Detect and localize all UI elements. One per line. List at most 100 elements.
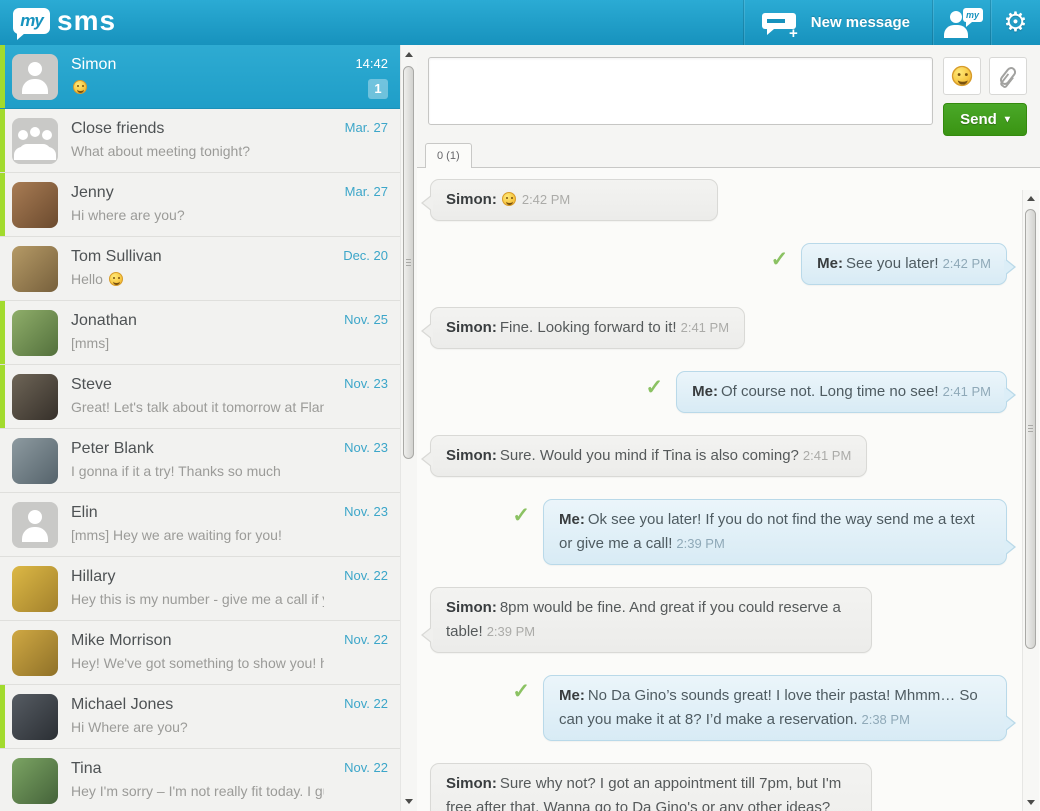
- incoming-message-bubble: Simon: Sure. Would you mind if Tina is al…: [420, 435, 868, 477]
- conversation-row[interactable]: Jonathan [mms] Nov. 25: [0, 301, 400, 365]
- conversation-row[interactable]: Simon 14:42 1: [0, 45, 400, 109]
- message-sender: Simon:: [446, 775, 497, 792]
- message-time: 2:39 PM: [676, 536, 725, 551]
- conversation-meta: Nov. 22: [324, 758, 388, 811]
- person-avatar-icon: [12, 502, 58, 548]
- outgoing-message-bubble: Me: No Da Gino’s sounds great! I love the…: [543, 675, 1016, 741]
- conversation-date: Nov. 25: [344, 312, 388, 327]
- char-counter-tab[interactable]: 0 (1): [425, 143, 472, 168]
- outgoing-message-bubble: Me: Of course not. Long time no see! 2:41 …: [676, 371, 1016, 413]
- conversation-info: Close friends What about meeting tonight?: [71, 118, 324, 172]
- message-preview: Hi where are you?: [71, 207, 185, 223]
- message-time: 2:41 PM: [802, 448, 852, 463]
- message-preview: Hello: [71, 270, 324, 289]
- message-sender: Simon:: [446, 191, 497, 208]
- conversation-info: Michael Jones Hi Where are you?: [71, 694, 324, 748]
- conversation-info: Hillary Hey this is my number - give me a…: [71, 566, 324, 620]
- app-header: my sms + New message my ⚙: [0, 0, 1040, 45]
- send-button[interactable]: Send ▾: [943, 103, 1027, 136]
- message-sender: Me:: [559, 687, 585, 704]
- message-sender: Simon:: [446, 319, 497, 336]
- message-preview: Great! Let's talk about it tomorrow at F…: [71, 399, 324, 415]
- unread-badge: 1: [368, 79, 388, 99]
- message: Simon: 8pm would be fine. And great if yo…: [421, 587, 1007, 653]
- conversation-date: Nov. 22: [344, 568, 388, 583]
- message-preview: I gonna if it a try! Thanks so much: [71, 463, 281, 479]
- message-preview: Hey! We've got something to show you! ht…: [71, 655, 324, 671]
- conversation-row[interactable]: Tom Sullivan Hello Dec. 20: [0, 237, 400, 301]
- conversation-meta: Nov. 23: [324, 502, 388, 556]
- message-text: Ok see you later! If you do not find the…: [559, 511, 975, 552]
- message-list: Simon: 2:42 PM ✓ Me: See you later! 2:42 PM Si…: [417, 167, 1040, 811]
- conversation-row[interactable]: Tina Hey I'm sorry – I'm not really fit t…: [0, 749, 400, 811]
- conversation-meta: Nov. 22: [324, 694, 388, 748]
- conversation-row[interactable]: Steve Great! Let's talk about it tomorrow…: [0, 365, 400, 429]
- message-text: Of course not. Long time no see!: [720, 383, 939, 400]
- message: ✓ Me: See you later! 2:42 PM: [430, 243, 1016, 285]
- message-time: 2:38 PM: [861, 712, 910, 727]
- outgoing-message-bubble: Me: See you later! 2:42 PM: [801, 243, 1016, 285]
- conversation-date: Dec. 20: [343, 248, 388, 263]
- conversation-date: Nov. 23: [344, 440, 388, 455]
- scroll-up-arrow[interactable]: [1023, 191, 1039, 206]
- messages-scrollbar-thumb[interactable]: [1025, 209, 1036, 649]
- conversation-info: Tina Hey I'm sorry – I'm not really fit t…: [71, 758, 324, 811]
- smiley-emoji-icon: [108, 272, 123, 286]
- logo-sms-text: sms: [57, 5, 117, 36]
- new-message-icon: +: [761, 10, 800, 41]
- contact-name: Simon: [71, 56, 117, 73]
- conversation-meta: Nov. 23: [324, 438, 388, 492]
- message-time: 2:39 PM: [486, 624, 536, 639]
- conversation-info: Tom Sullivan Hello: [71, 246, 324, 300]
- message: Simon: Sure. Would you mind if Tina is al…: [420, 435, 1007, 477]
- attach-button[interactable]: [989, 57, 1027, 95]
- new-message-button[interactable]: + New message: [742, 0, 932, 45]
- message-preview: What about meeting tonight?: [71, 143, 251, 159]
- message-text: Fine. Looking forward to it!: [499, 319, 677, 336]
- conversation-row[interactable]: Close friends What about meeting tonight?…: [0, 109, 400, 173]
- person-avatar-icon: [12, 54, 58, 100]
- message-text: Sure. Would you mind if Tina is also com…: [499, 447, 799, 464]
- delivered-check-icon: ✓: [512, 504, 530, 527]
- conversation-meta: Nov. 22: [324, 566, 388, 620]
- message-preview: [71, 78, 324, 97]
- settings-gear-icon: ⚙: [1003, 7, 1028, 37]
- emoji-button[interactable]: [943, 57, 981, 95]
- avatar-photo: [12, 694, 58, 740]
- sidebar-scrollbar-thumb[interactable]: [403, 66, 414, 459]
- contact-name: Tom Sullivan: [71, 248, 162, 265]
- conversation-date: Nov. 23: [344, 376, 388, 391]
- message-time: 2:42 PM: [942, 256, 991, 271]
- scroll-down-arrow[interactable]: [1023, 795, 1039, 810]
- message-time: 2:42 PM: [521, 192, 571, 207]
- message-text: No Da Gino’s sounds great! I love their …: [559, 687, 978, 728]
- message: ✓ Me: No Da Gino’s sounds great! I love th…: [430, 675, 1016, 741]
- avatar-photo: [12, 182, 58, 228]
- settings-button[interactable]: ⚙: [990, 0, 1040, 45]
- conversation-date: 14:42: [355, 56, 388, 71]
- contact-name: Tina: [71, 760, 102, 777]
- scroll-up-arrow[interactable]: [401, 47, 417, 62]
- conversation-row[interactable]: Mike Morrison Hey! We've got something to…: [0, 621, 400, 685]
- message-sender: Simon:: [446, 447, 497, 464]
- sidebar-scrollbar[interactable]: [400, 45, 417, 811]
- conversation-row[interactable]: Peter Blank I gonna if it a try! Thanks s…: [0, 429, 400, 493]
- chevron-down-icon: ▾: [1004, 114, 1010, 125]
- incoming-message-bubble: Simon: 8pm would be fine. And great if yo…: [421, 587, 872, 653]
- messages-scrollbar[interactable]: [1022, 190, 1039, 811]
- contact-name: Elin: [71, 504, 98, 521]
- message: ✓ Me: Of course not. Long time no see! 2:41…: [430, 371, 1016, 413]
- conversation-info: Elin [mms] Hey we are waiting for you!: [71, 502, 324, 556]
- conversation-row[interactable]: Hillary Hey this is my number - give me a…: [0, 557, 400, 621]
- conversation-info: Steve Great! Let's talk about it tomorrow…: [71, 374, 324, 428]
- conversation-row[interactable]: Jenny Hi where are you? Mar. 27: [0, 173, 400, 237]
- avatar-photo: [12, 310, 58, 356]
- conversation-list: Simon 14:42 1 Close friends What about meeti…: [0, 45, 400, 811]
- conversation-row[interactable]: Elin [mms] Hey we are waiting for you! Nov…: [0, 493, 400, 557]
- mysms-contacts-button[interactable]: my: [932, 0, 990, 45]
- contact-name: Michael Jones: [71, 696, 174, 713]
- scroll-down-arrow[interactable]: [401, 794, 417, 809]
- message-input[interactable]: [428, 57, 933, 125]
- conversation-meta: 14:42 1: [324, 54, 388, 108]
- conversation-row[interactable]: Michael Jones Hi Where are you? Nov. 22: [0, 685, 400, 749]
